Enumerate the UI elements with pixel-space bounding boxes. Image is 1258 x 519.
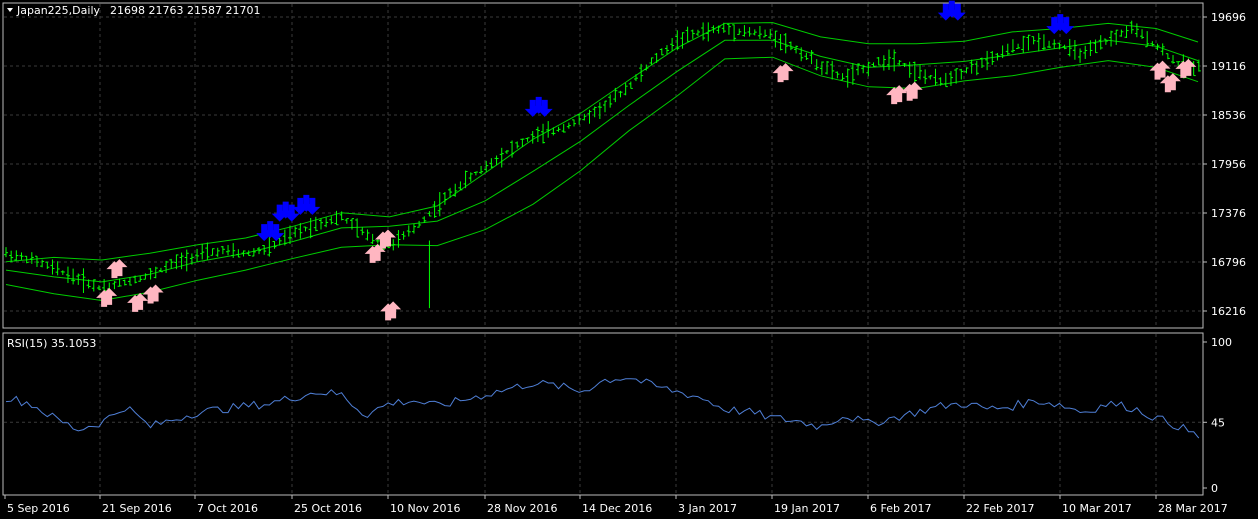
y-tick-label: 16216 xyxy=(1211,305,1246,318)
x-tick-label: 25 Oct 2016 xyxy=(294,502,362,515)
rsi-label: RSI(15) 35.1053 xyxy=(7,337,96,350)
x-tick-label: 7 Oct 2016 xyxy=(197,502,258,515)
x-tick-label: 5 Sep 2016 xyxy=(7,502,70,515)
y-tick-label: 17376 xyxy=(1211,207,1246,220)
x-tick-label: 6 Feb 2017 xyxy=(870,502,931,515)
rsi-y-tick-label: 45 xyxy=(1211,416,1225,429)
rsi-y-tick-label: 0 xyxy=(1211,482,1218,495)
chart-background xyxy=(0,0,1258,519)
y-tick-label: 19116 xyxy=(1211,60,1246,73)
y-tick-label: 16796 xyxy=(1211,256,1246,269)
y-tick-label: 17956 xyxy=(1211,158,1246,171)
chart-root: 19696 19116 18536 17956 17376 16796 16216 100 4… xyxy=(0,0,1258,519)
x-tick-label: 22 Feb 2017 xyxy=(966,502,1034,515)
y-tick-label: 18536 xyxy=(1211,109,1246,122)
x-tick-label: 3 Jan 2017 xyxy=(678,502,737,515)
rsi-y-tick-label: 100 xyxy=(1211,336,1232,349)
x-tick-label: 10 Mar 2017 xyxy=(1062,502,1132,515)
x-tick-label: 14 Dec 2016 xyxy=(582,502,652,515)
symbol-label: Japan225,Daily xyxy=(16,4,100,17)
ohlc-values: 21698 21763 21587 21701 xyxy=(110,4,260,17)
y-tick-label: 19696 xyxy=(1211,11,1246,24)
x-tick-label: 21 Sep 2016 xyxy=(102,502,172,515)
x-tick-label: 19 Jan 2017 xyxy=(774,502,840,515)
x-tick-label: 10 Nov 2016 xyxy=(390,502,460,515)
x-tick-label: 28 Nov 2016 xyxy=(487,502,557,515)
x-tick-label: 28 Mar 2017 xyxy=(1158,502,1228,515)
